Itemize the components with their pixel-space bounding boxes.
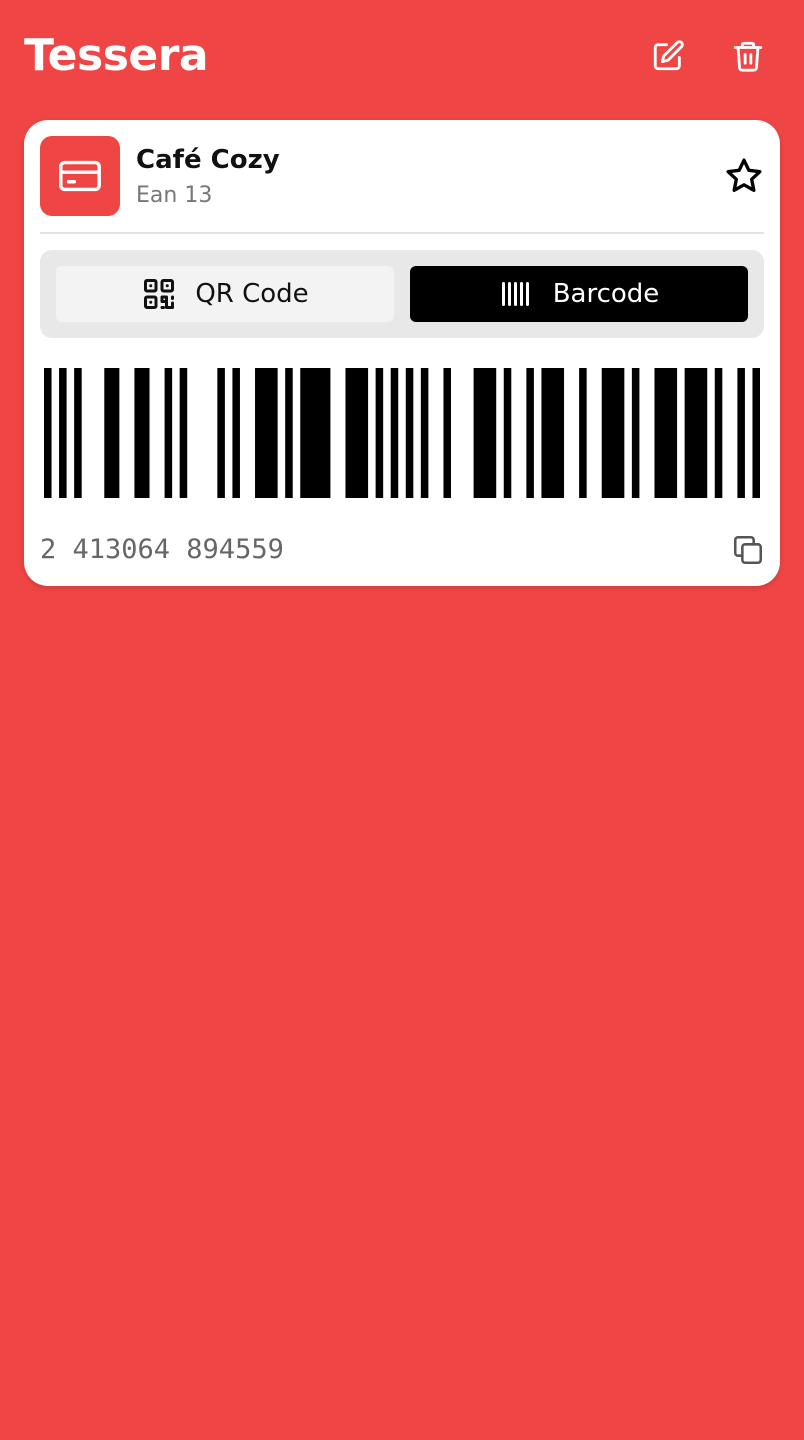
code-type-toggle: QR Code Barcode	[40, 250, 764, 338]
edit-icon	[653, 40, 684, 71]
qr-code-icon	[144, 279, 175, 309]
barcode-bar	[714, 368, 723, 498]
barcode-bar	[74, 368, 82, 498]
barcode-bar	[134, 368, 150, 498]
barcode-number: 2 413064 894559	[40, 534, 284, 565]
barcode-bar	[405, 368, 414, 498]
barcode-bar	[684, 368, 708, 498]
barcode-bar	[232, 368, 240, 498]
barcode-tab-label: Barcode	[552, 279, 660, 309]
edit-button[interactable]	[648, 36, 688, 76]
loyalty-card: Café Cozy Ean 13 QR Code Barcode 2 41306…	[24, 120, 780, 586]
barcode-bar	[752, 368, 760, 498]
barcode-tab[interactable]: Barcode	[410, 266, 748, 322]
trash-icon	[733, 41, 763, 72]
favorite-button[interactable]	[722, 154, 766, 198]
barcode-bar	[285, 368, 293, 498]
barcode-bar	[473, 368, 497, 498]
card-avatar	[40, 136, 120, 216]
app-header: Tessera	[0, 0, 804, 116]
barcode-bar	[631, 368, 640, 498]
barcode-bar	[737, 368, 745, 498]
barcode-bar	[579, 368, 587, 498]
barcode-bar	[601, 368, 625, 498]
card-divider	[40, 232, 764, 234]
copy-icon	[733, 535, 763, 565]
copy-button[interactable]	[728, 530, 768, 570]
barcode-bar	[541, 368, 565, 498]
barcode-bar	[300, 368, 331, 498]
barcode-bar	[654, 368, 678, 498]
barcode-bar	[503, 368, 512, 498]
barcode-bar	[390, 368, 399, 498]
barcode-bar	[59, 368, 67, 498]
app-title: Tessera	[24, 30, 209, 81]
barcode-bar	[526, 368, 534, 498]
card-type: Ean 13	[136, 183, 213, 208]
card-name: Café Cozy	[136, 145, 280, 175]
barcode-image	[44, 368, 760, 498]
qr-code-tab[interactable]: QR Code	[56, 266, 394, 322]
barcode-icon	[501, 282, 529, 306]
qr-code-tab-label: QR Code	[195, 279, 309, 309]
barcode-bar	[104, 368, 120, 498]
barcode-bar	[44, 368, 52, 498]
barcode-bar	[420, 368, 429, 498]
barcode-bar	[164, 368, 173, 498]
barcode-bar	[217, 368, 225, 498]
barcode-bar	[179, 368, 188, 498]
barcode-bar	[375, 368, 384, 498]
star-icon	[726, 158, 762, 192]
barcode-bar	[345, 368, 369, 498]
barcode-bar	[255, 368, 278, 498]
barcode-bar	[443, 368, 451, 498]
credit-card-icon	[59, 160, 101, 192]
delete-button[interactable]	[728, 36, 768, 76]
